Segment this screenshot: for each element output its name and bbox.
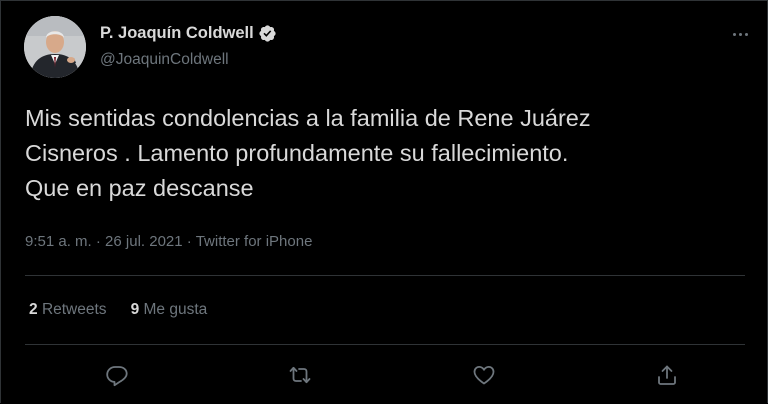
tweet-card: P. Joaquín Coldwell @JoaquinColdwell Mis…	[0, 0, 768, 403]
retweets-count: 2	[29, 301, 38, 318]
verified-badge-icon	[258, 24, 277, 43]
share-icon[interactable]	[653, 361, 681, 389]
tweet-text: Mis sentidas condolencias a la familia d…	[25, 101, 745, 206]
avatar-image	[24, 16, 86, 78]
tweet-text-line: Cisneros . Lamento profundamente su fall…	[25, 140, 569, 166]
tweet-time[interactable]: 9:51 a. m.	[25, 233, 92, 250]
meta-separator: ·	[95, 233, 106, 250]
retweets-stat[interactable]: 2 Retweets	[29, 301, 107, 319]
likes-count: 9	[130, 301, 140, 318]
heart-icon[interactable]	[470, 361, 498, 389]
likes-stat[interactable]: 9 Me gusta	[131, 301, 208, 319]
display-name[interactable]: P. Joaquín Coldwell	[100, 24, 254, 43]
author-handle[interactable]: @JoaquinColdwell	[100, 51, 229, 69]
tweet-date[interactable]: 26 jul. 2021	[105, 233, 183, 250]
divider	[25, 275, 745, 276]
avatar[interactable]	[24, 16, 86, 78]
tweet-text-line: Mis sentidas condolencias a la familia d…	[25, 105, 591, 131]
tweet-meta: 9:51 a. m. · 26 jul. 2021 · Twitter for …	[25, 233, 312, 250]
reply-icon[interactable]	[103, 361, 131, 389]
tweet-source[interactable]: Twitter for iPhone	[196, 233, 313, 250]
tweet-stats: 2 Retweets 9 Me gusta	[29, 301, 231, 319]
author-name-row[interactable]: P. Joaquín Coldwell	[100, 22, 277, 44]
retweets-label: Retweets	[41, 301, 107, 318]
more-options-icon[interactable]	[727, 25, 753, 43]
divider	[25, 344, 745, 345]
tweet-actions	[1, 361, 767, 389]
retweet-icon[interactable]	[286, 361, 314, 389]
likes-label: Me gusta	[143, 301, 208, 318]
meta-separator: ·	[186, 233, 196, 250]
tweet-text-line: Que en paz descanse	[25, 175, 254, 201]
